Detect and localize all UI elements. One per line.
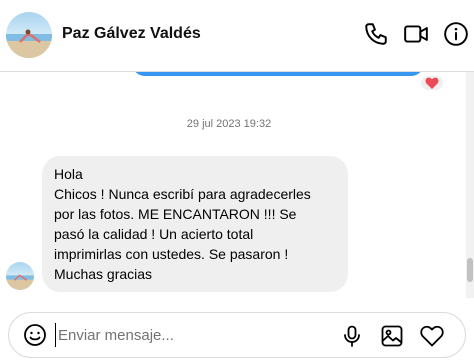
heart-icon[interactable]	[419, 323, 445, 349]
message-composer	[8, 312, 466, 358]
image-icon[interactable]	[379, 323, 405, 349]
scrollbar-thumb[interactable]	[467, 258, 473, 282]
message-timestamp: 29 jul 2023 19:32	[186, 118, 272, 130]
video-camera-icon[interactable]	[402, 20, 430, 48]
message-line: pasó la calidad ! Un acierto total	[54, 226, 254, 242]
message-input[interactable]	[55, 323, 325, 347]
phone-icon[interactable]	[362, 20, 390, 48]
sender-avatar[interactable]	[6, 262, 34, 290]
reaction-badge[interactable]	[419, 74, 445, 92]
heart-reaction-icon	[425, 77, 439, 89]
chat-header: Paz Gálvez Valdés	[0, 0, 474, 72]
previous-message-bubble[interactable]	[132, 72, 424, 76]
received-message-bubble[interactable]: Hola Chicos ! Nunca escribí para agradec…	[42, 156, 348, 292]
message-line: Chicos ! Nunca escribí para agradecerles	[54, 186, 311, 202]
message-line: por las fotos. ME ENCANTARON !!! Se	[54, 206, 297, 222]
message-line: imprimirlas con ustedes. Se pasaron !	[54, 246, 289, 262]
contact-name[interactable]: Paz Gálvez Valdés	[62, 25, 201, 43]
scrollbar[interactable]	[466, 72, 474, 298]
message-thread: 29 jul 2023 19:32 Hola Chicos ! Nunca es…	[0, 72, 474, 308]
emoji-icon[interactable]	[23, 323, 47, 347]
microphone-icon[interactable]	[339, 323, 365, 349]
info-icon[interactable]	[442, 20, 470, 48]
contact-avatar[interactable]	[6, 12, 52, 58]
message-line: Muchas gracias	[54, 266, 153, 282]
message-line: Hola	[54, 166, 83, 182]
